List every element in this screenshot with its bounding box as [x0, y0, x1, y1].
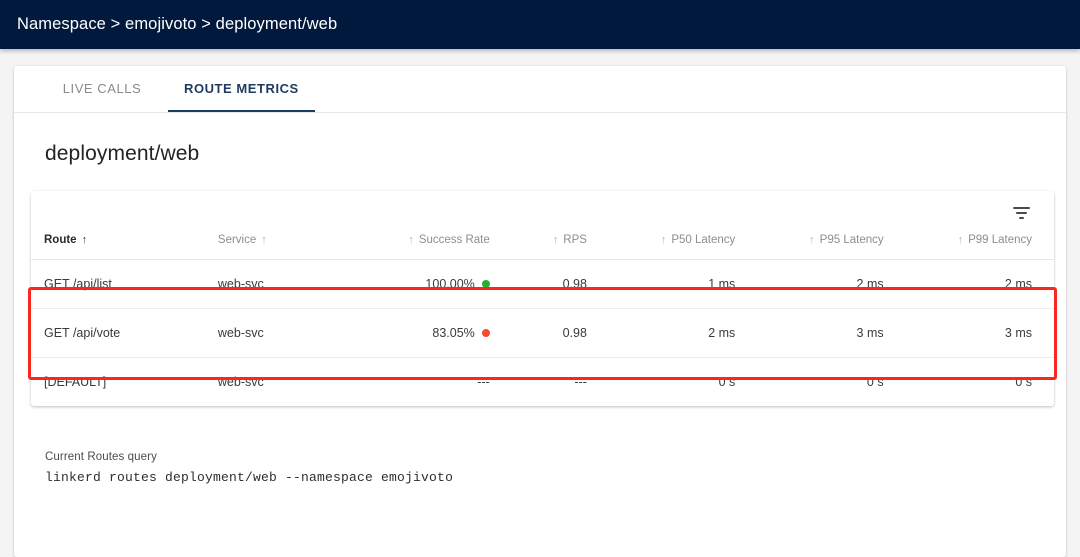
cell-p50-latency: 2 ms: [608, 308, 758, 358]
filter-icon[interactable]: [1010, 202, 1032, 224]
sort-ascending-icon: ↑: [552, 233, 559, 246]
sort-ascending-icon: ↑: [81, 233, 88, 246]
tab-live-calls-label: LIVE CALLS: [62, 80, 142, 96]
tab-live-calls[interactable]: LIVE CALLS: [36, 66, 168, 112]
column-header-rps-label: RPS: [563, 234, 587, 246]
cell-rps: ---: [574, 375, 587, 389]
query-label: Current Routes query: [45, 451, 157, 463]
page-content: LIVE CALLS ROUTE METRICS deployment/web: [0, 49, 1080, 557]
cell-success-rate: ---: [360, 358, 511, 407]
sort-ascending-icon: ↑: [660, 233, 667, 246]
status-dot-icon: [481, 329, 490, 337]
cell-p95-latency: 2 ms: [757, 259, 906, 309]
table-row[interactable]: GET /api/vote web-svc 83.05% 0.98 2 ms 3…: [31, 308, 1054, 358]
column-header-p50-latency[interactable]: ↑ P50 Latency: [608, 233, 758, 260]
filter-icon-bar-2: [1015, 211, 1027, 214]
route-metrics-table: Route ↑ Service ↑ ↑ Success Rate ↑ RPS ↑…: [31, 234, 1054, 406]
table-body: GET /api/list web-svc 100.00% 0.98 1 ms …: [31, 259, 1054, 407]
cell-p50-latency: 1 ms: [608, 259, 758, 309]
top-navigation-bar: Namespace > emojivoto > deployment/web: [0, 0, 1080, 49]
column-header-rps[interactable]: ↑ RPS: [511, 233, 609, 260]
column-header-success-rate-label: Success Rate: [418, 234, 490, 246]
sort-ascending-icon: ↑: [957, 233, 964, 246]
filter-icon-bar-1: [1012, 206, 1030, 209]
breadcrumb: Namespace > emojivoto > deployment/web: [17, 15, 338, 33]
page-title: deployment/web: [45, 142, 200, 165]
cell-service: web-svc: [217, 375, 264, 389]
cell-success-rate: 100.00%: [360, 259, 512, 309]
table-toolbar: [31, 191, 1054, 234]
cell-p95-latency: 3 ms: [757, 308, 906, 358]
column-header-p95-latency-label: P95 Latency: [819, 234, 884, 246]
sort-ascending-icon: ↑: [261, 233, 267, 246]
main-card: LIVE CALLS ROUTE METRICS deployment/web: [14, 66, 1066, 557]
tab-bar: LIVE CALLS ROUTE METRICS: [14, 66, 1066, 113]
table-header-row: Route ↑ Service ↑ ↑ Success Rate ↑ RPS ↑…: [31, 234, 1054, 260]
cell-rps: 0.98: [511, 308, 609, 358]
column-header-service-label: Service: [217, 234, 257, 246]
cell-success-rate-value: 100.00%: [425, 277, 475, 291]
cell-service: web-svc: [204, 308, 361, 358]
cell-p99-latency: 2 ms: [905, 259, 1054, 309]
sort-ascending-icon: ↑: [809, 233, 815, 246]
cell-p99-latency: 3 ms: [905, 308, 1054, 358]
route-metrics-table-card: Route ↑ Service ↑ ↑ Success Rate ↑ RPS ↑…: [28, 191, 1057, 406]
sort-ascending-icon: ↑: [408, 233, 414, 246]
cell-success-rate-value: 83.05%: [432, 326, 475, 340]
cell-rps: 0.98: [511, 259, 609, 309]
table-row[interactable]: [DEFAULT] web-svc --- --- 0 s 0 s 0 s: [31, 358, 1054, 407]
cell-success-rate: 83.05%: [360, 308, 512, 358]
column-header-p99-latency-label: P99 Latency: [968, 234, 1032, 246]
tab-route-metrics-label: ROUTE METRICS: [184, 80, 299, 96]
cell-success-rate-value: ---: [477, 375, 490, 389]
column-header-p95-latency[interactable]: ↑ P95 Latency: [757, 233, 906, 260]
cell-p99-latency: 0 s: [1015, 375, 1032, 389]
cell-service: web-svc: [204, 259, 361, 309]
column-header-service[interactable]: Service ↑: [204, 233, 361, 260]
cell-route: GET /api/list: [31, 259, 205, 309]
table-row[interactable]: GET /api/list web-svc 100.00% 0.98 1 ms …: [31, 259, 1054, 309]
current-query-section: Current Routes query linkerd routes depl…: [14, 406, 1066, 485]
cell-route: [DEFAULT]: [44, 375, 107, 389]
column-header-route[interactable]: Route ↑: [31, 234, 205, 260]
tab-route-metrics[interactable]: ROUTE METRICS: [168, 66, 315, 112]
query-command: linkerd routes deployment/web --namespac…: [45, 470, 454, 485]
column-header-p50-latency-label: P50 Latency: [671, 234, 736, 246]
cell-p95-latency: 0 s: [866, 375, 884, 389]
column-header-route-label: Route: [44, 234, 77, 246]
cell-p50-latency: 0 s: [718, 375, 736, 389]
filter-icon-bar-3: [1018, 216, 1024, 219]
column-header-p99-latency[interactable]: ↑ P99 Latency: [905, 233, 1054, 260]
cell-route: GET /api/vote: [31, 308, 205, 358]
column-header-success-rate[interactable]: ↑ Success Rate: [360, 233, 512, 260]
status-dot-icon: [481, 280, 490, 288]
